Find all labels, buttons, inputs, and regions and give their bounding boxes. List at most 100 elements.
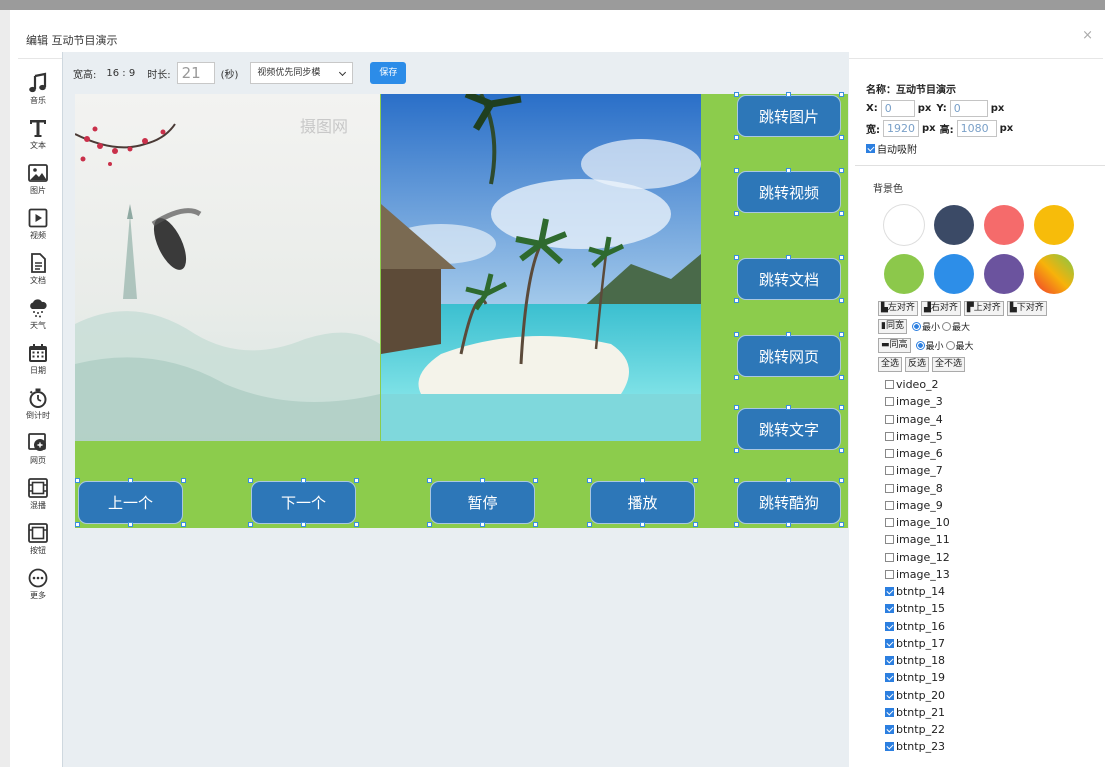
tool-calendar[interactable]: 日期 bbox=[18, 342, 58, 387]
pause-button[interactable]: 暂停 bbox=[430, 481, 535, 524]
resize-handle[interactable] bbox=[533, 522, 538, 527]
resize-handle[interactable] bbox=[839, 255, 844, 260]
resize-handle[interactable] bbox=[734, 448, 739, 453]
tool-document[interactable]: 文档 bbox=[18, 252, 58, 297]
resize-handle[interactable] bbox=[734, 522, 739, 527]
layer-checkbox[interactable] bbox=[885, 466, 894, 476]
resize-handle[interactable] bbox=[734, 375, 739, 380]
layer-item[interactable]: image_9 bbox=[885, 497, 950, 514]
layer-item[interactable]: image_12 bbox=[885, 549, 950, 566]
resize-handle[interactable] bbox=[301, 522, 306, 527]
swatch-white[interactable] bbox=[884, 205, 924, 245]
swatch-navy[interactable] bbox=[934, 205, 974, 245]
resize-handle[interactable] bbox=[354, 478, 359, 483]
auto-snap-checkbox[interactable] bbox=[866, 143, 875, 153]
resize-handle[interactable] bbox=[839, 522, 844, 527]
resize-handle[interactable] bbox=[181, 522, 186, 527]
layer-checkbox[interactable] bbox=[885, 569, 894, 579]
resize-handle[interactable] bbox=[75, 522, 80, 527]
resize-handle[interactable] bbox=[533, 478, 538, 483]
goto-text-button[interactable]: 跳转文字 bbox=[737, 408, 841, 450]
layer-item[interactable]: image_7 bbox=[885, 462, 950, 479]
layer-checkbox[interactable] bbox=[885, 518, 894, 528]
close-icon[interactable]: × bbox=[1082, 28, 1093, 43]
swatch-gradient[interactable] bbox=[1034, 254, 1074, 294]
resize-handle[interactable] bbox=[734, 92, 739, 97]
resize-handle[interactable] bbox=[839, 478, 844, 483]
resize-handle[interactable] bbox=[734, 298, 739, 303]
resize-handle[interactable] bbox=[248, 478, 253, 483]
resize-handle[interactable] bbox=[734, 478, 739, 483]
beach-image[interactable] bbox=[381, 94, 701, 441]
next-button[interactable]: 下一个 bbox=[251, 481, 356, 524]
resize-handle[interactable] bbox=[839, 135, 844, 140]
height-max-radio[interactable] bbox=[945, 341, 955, 350]
resize-handle[interactable] bbox=[480, 522, 485, 527]
resize-handle[interactable] bbox=[786, 478, 791, 483]
swatch-purple[interactable] bbox=[984, 254, 1024, 294]
tool-weather[interactable]: 天气 bbox=[18, 297, 58, 342]
tool-countdown[interactable]: 倒计时 bbox=[18, 387, 58, 432]
tool-carousel[interactable]: 混播 bbox=[18, 477, 58, 522]
goto-webpage-button[interactable]: 跳转网页 bbox=[737, 335, 841, 377]
layer-checkbox[interactable] bbox=[885, 742, 894, 752]
ratio-value[interactable]: 16 : 9 bbox=[106, 68, 135, 79]
layer-item[interactable]: btntp_17 bbox=[885, 635, 950, 652]
resize-handle[interactable] bbox=[427, 522, 432, 527]
resize-handle[interactable] bbox=[839, 298, 844, 303]
goto-image-button[interactable]: 跳转图片 bbox=[737, 95, 841, 137]
duration-input[interactable]: 21 bbox=[176, 62, 215, 84]
layer-item[interactable]: image_11 bbox=[885, 531, 950, 548]
resize-handle[interactable] bbox=[734, 135, 739, 140]
swatch-green[interactable] bbox=[884, 254, 924, 294]
tool-webpage[interactable]: 网页 bbox=[18, 432, 58, 477]
tool-image[interactable]: 图片 bbox=[18, 162, 58, 207]
resize-handle[interactable] bbox=[693, 522, 698, 527]
resize-handle[interactable] bbox=[587, 522, 592, 527]
select-none-button[interactable]: 全不选 bbox=[932, 357, 966, 372]
resize-handle[interactable] bbox=[248, 522, 253, 527]
resize-handle[interactable] bbox=[181, 478, 186, 483]
resize-handle[interactable] bbox=[786, 92, 791, 97]
width-min-radio[interactable] bbox=[911, 322, 921, 331]
layer-checkbox[interactable] bbox=[885, 483, 894, 493]
layer-checkbox[interactable] bbox=[885, 725, 894, 735]
resize-handle[interactable] bbox=[75, 478, 80, 483]
tool-more[interactable]: 更多 bbox=[18, 567, 58, 612]
resize-handle[interactable] bbox=[693, 478, 698, 483]
width-input[interactable]: 1920 bbox=[883, 119, 919, 137]
resize-handle[interactable] bbox=[734, 211, 739, 216]
layer-item[interactable]: btntp_16 bbox=[885, 618, 950, 635]
layer-item[interactable]: btntp_21 bbox=[885, 704, 950, 721]
layer-checkbox[interactable] bbox=[885, 621, 894, 631]
resize-handle[interactable] bbox=[839, 211, 844, 216]
sync-mode-select[interactable]: 视频优先同步模 bbox=[250, 62, 354, 84]
layer-item[interactable]: video_2 bbox=[885, 376, 950, 393]
save-button[interactable]: 保存 bbox=[370, 62, 407, 84]
layer-item[interactable]: btntp_18 bbox=[885, 652, 950, 669]
resize-handle[interactable] bbox=[734, 255, 739, 260]
width-max-radio[interactable] bbox=[941, 322, 951, 331]
layer-item[interactable]: btntp_19 bbox=[885, 669, 950, 686]
resize-handle[interactable] bbox=[734, 405, 739, 410]
auto-snap-row[interactable]: 自动吸附 bbox=[866, 138, 1013, 158]
resize-handle[interactable] bbox=[734, 332, 739, 337]
resize-handle[interactable] bbox=[839, 448, 844, 453]
align-bottom-button[interactable]: ▙ 下对齐 bbox=[1006, 301, 1047, 316]
same-width-button[interactable]: ▮ 同宽 bbox=[878, 319, 907, 334]
resize-handle[interactable] bbox=[786, 522, 791, 527]
resize-handle[interactable] bbox=[301, 478, 306, 483]
tool-text[interactable]: 文本 bbox=[18, 117, 58, 162]
resize-handle[interactable] bbox=[587, 478, 592, 483]
layer-checkbox[interactable] bbox=[885, 587, 894, 597]
resize-handle[interactable] bbox=[128, 478, 133, 483]
layer-item[interactable]: image_4 bbox=[885, 411, 950, 428]
resize-handle[interactable] bbox=[786, 168, 791, 173]
goto-kugou-button[interactable]: 跳转酷狗 bbox=[737, 481, 841, 524]
goto-document-button[interactable]: 跳转文档 bbox=[737, 258, 841, 300]
layer-item[interactable]: btntp_15 bbox=[885, 600, 950, 617]
resize-handle[interactable] bbox=[839, 168, 844, 173]
same-height-button[interactable]: ▬ 同高 bbox=[878, 338, 911, 353]
resize-handle[interactable] bbox=[839, 375, 844, 380]
resize-handle[interactable] bbox=[839, 405, 844, 410]
